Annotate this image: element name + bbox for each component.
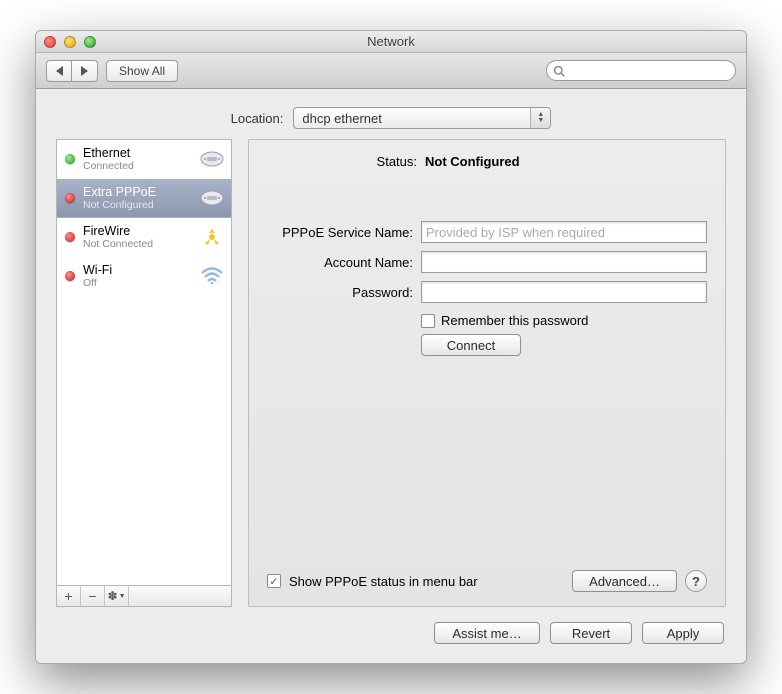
location-popup[interactable]: dhcp ethernet ▲▼	[293, 107, 551, 129]
advanced-button[interactable]: Advanced…	[572, 570, 677, 592]
sidebar-item-name: FireWire	[83, 224, 191, 238]
search-field-wrap[interactable]	[546, 60, 736, 81]
window-title: Network	[36, 34, 746, 49]
show-status-checkbox[interactable]: ✓	[267, 574, 281, 588]
ethernet-icon	[199, 185, 225, 211]
status-dot-icon	[65, 232, 75, 242]
location-value: dhcp ethernet	[302, 111, 382, 126]
remove-service-button[interactable]: −	[81, 586, 105, 606]
status-dot-icon	[65, 193, 75, 203]
status-label: Status:	[367, 154, 417, 169]
sidebar-item-status: Off	[83, 277, 191, 289]
assist-me-button[interactable]: Assist me…	[434, 622, 540, 644]
sidebar-item-status: Not Connected	[83, 238, 191, 250]
firewire-icon	[199, 224, 225, 250]
forward-icon	[81, 66, 88, 76]
sidebar-item-name: Extra PPPoE	[83, 185, 191, 199]
nav-seg	[46, 60, 98, 82]
sidebar-footer-spacer	[129, 586, 231, 606]
remember-password-checkbox[interactable]	[421, 314, 435, 328]
chevron-down-icon: ▼	[119, 593, 126, 600]
service-list: Ethernet Connected Extra PPPoE Not Confi…	[56, 139, 232, 585]
bottom-bar: Assist me… Revert Apply	[36, 617, 746, 663]
service-name-input[interactable]	[421, 221, 707, 243]
search-input[interactable]	[569, 63, 729, 79]
location-label: Location:	[231, 111, 284, 126]
sidebar: Ethernet Connected Extra PPPoE Not Confi…	[56, 139, 232, 607]
remember-password-label: Remember this password	[441, 313, 588, 328]
location-row: Location: dhcp ethernet ▲▼	[36, 89, 746, 139]
status-dot-icon	[65, 271, 75, 281]
account-name-label: Account Name:	[267, 255, 413, 270]
add-service-button[interactable]: +	[57, 586, 81, 606]
detail-panel: Status: Not Configured PPPoE Service Nam…	[248, 139, 726, 607]
back-button[interactable]	[46, 60, 72, 82]
search-icon	[553, 65, 565, 77]
show-status-label: Show PPPoE status in menu bar	[289, 574, 478, 589]
show-all-button[interactable]: Show All	[106, 60, 178, 82]
sidebar-item-status: Connected	[83, 160, 191, 172]
help-button[interactable]: ?	[685, 570, 707, 592]
sidebar-footer: + − ✽▼	[56, 585, 232, 607]
toolbar: Show All	[36, 53, 746, 89]
gear-icon: ✽	[108, 589, 118, 603]
back-icon	[56, 66, 63, 76]
sidebar-item-name: Ethernet	[83, 146, 191, 160]
status-value: Not Configured	[425, 154, 520, 169]
sidebar-item-firewire[interactable]: FireWire Not Connected	[57, 218, 231, 257]
sidebar-item-extra-pppoe[interactable]: Extra PPPoE Not Configured	[57, 179, 231, 218]
sidebar-item-ethernet[interactable]: Ethernet Connected	[57, 140, 231, 179]
sidebar-item-name: Wi-Fi	[83, 263, 191, 277]
revert-button[interactable]: Revert	[550, 622, 632, 644]
ethernet-icon	[199, 146, 225, 172]
service-name-label: PPPoE Service Name:	[267, 225, 413, 240]
wifi-icon	[199, 263, 225, 289]
password-label: Password:	[267, 285, 413, 300]
sidebar-item-status: Not Configured	[83, 199, 191, 211]
service-actions-button[interactable]: ✽▼	[105, 586, 129, 606]
connect-button[interactable]: Connect	[421, 334, 521, 356]
apply-button[interactable]: Apply	[642, 622, 724, 644]
forward-button[interactable]	[72, 60, 98, 82]
titlebar: Network	[36, 31, 746, 53]
popup-arrows-icon: ▲▼	[530, 108, 550, 128]
sidebar-item-wifi[interactable]: Wi-Fi Off	[57, 257, 231, 296]
password-input[interactable]	[421, 281, 707, 303]
account-name-input[interactable]	[421, 251, 707, 273]
status-dot-icon	[65, 154, 75, 164]
network-prefs-window: Network Show All Location: dhcp ethernet…	[35, 30, 747, 664]
